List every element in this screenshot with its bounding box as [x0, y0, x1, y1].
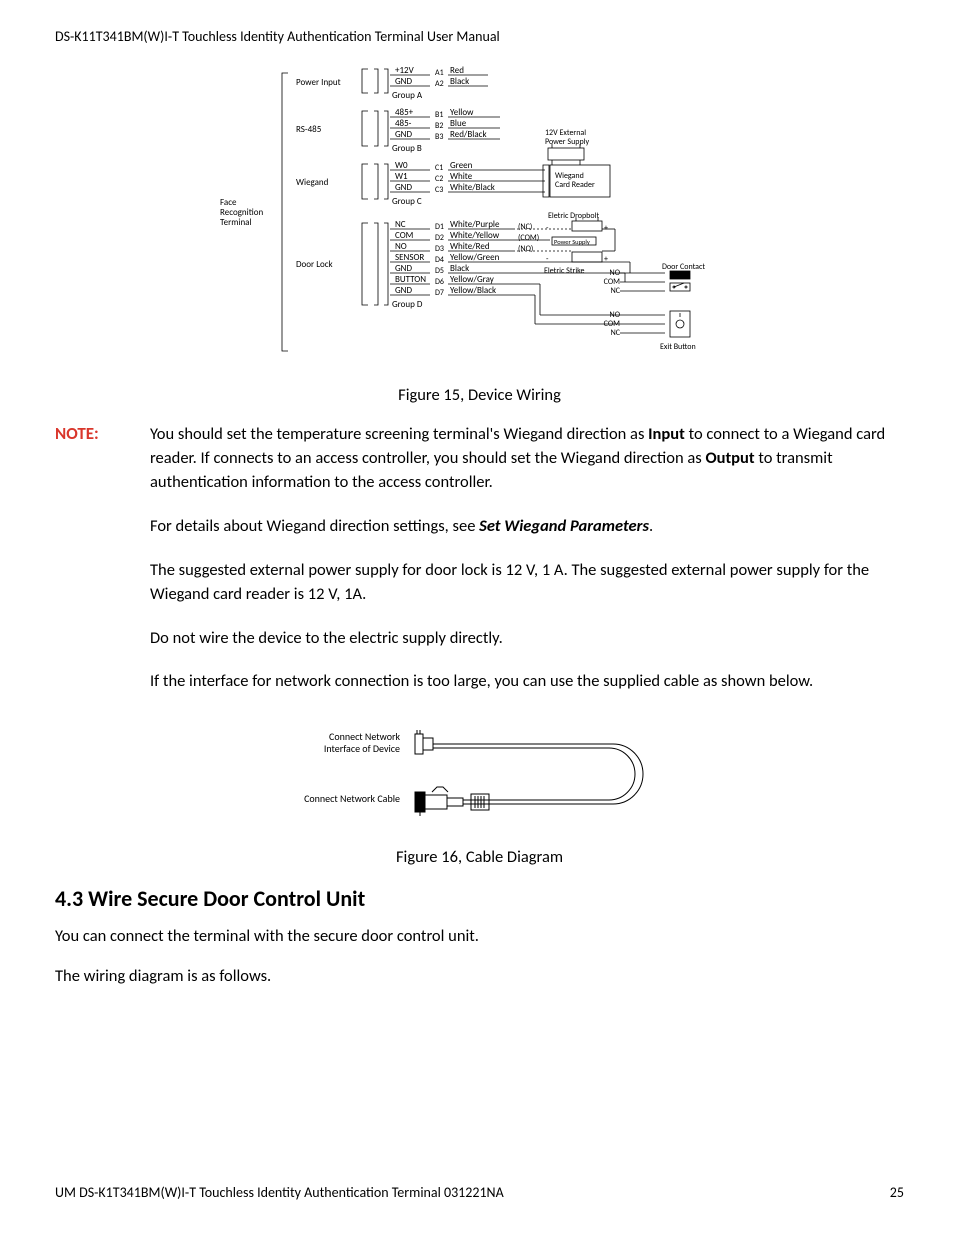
d-pin-0: D1 — [435, 222, 444, 232]
b-pin-0: B1 — [435, 110, 443, 120]
com-paren: (COM) — [518, 233, 539, 243]
eb-nc: NC — [610, 328, 620, 338]
page-footer: UM DS-K1T341BM(W)I-T Touchless Identity … — [55, 1184, 904, 1201]
strike-label: Eletric Strike — [544, 266, 585, 276]
note-body: You should set the temperature screening… — [150, 423, 904, 714]
dropbolt-label: Eletric Dropbolt — [548, 211, 599, 221]
terminal-label-3: Terminal — [220, 217, 252, 228]
c-sig-1: W1 — [395, 171, 408, 182]
c-sig-2: GND — [395, 182, 412, 193]
group-d-name: Door Lock — [296, 259, 333, 270]
figure-15-diagram: Face Recognition Terminal Power Input +1… — [55, 55, 904, 373]
d-sig-1: COM — [395, 230, 413, 241]
group-b-label: Group B — [392, 143, 422, 154]
note-p1: You should set the temperature screening… — [150, 423, 904, 495]
b-sig-0: 485+ — [395, 107, 414, 118]
body-p2: The wiring diagram is as follows. — [55, 966, 904, 986]
group-a-name: Power Input — [296, 77, 341, 88]
svg-text:+: + — [604, 223, 608, 233]
d-pin-5: D6 — [435, 277, 444, 287]
d-sig-2: NO — [395, 241, 407, 252]
note-block: NOTE: You should set the temperature scr… — [55, 423, 904, 714]
note-p3: The suggested external power supply for … — [150, 559, 904, 607]
d-sig-5: BUTTON — [395, 274, 426, 285]
b-sig-1: 485- — [395, 118, 412, 129]
d-sig-3: SENSOR — [395, 252, 424, 263]
figure-16-caption: Figure 16, Cable Diagram — [55, 847, 904, 867]
c-pin-0: C1 — [435, 163, 443, 173]
group-c: Wiegand W0 C1 Green W1 C2 White GND C3 — [296, 160, 610, 207]
wiring-svg: Face Recognition Terminal Power Input +1… — [200, 55, 760, 373]
b-pin-1: B2 — [435, 121, 443, 131]
c-pin-1: C2 — [435, 174, 443, 184]
b-pin-2: B3 — [435, 132, 443, 142]
d-col-4: Black — [450, 263, 469, 274]
footer-page-number: 25 — [890, 1184, 904, 1201]
figure-16-diagram: Connect Network Interface of Device Conn… — [55, 720, 904, 835]
svg-text:+: + — [604, 254, 608, 264]
a-sig-1: GND — [395, 76, 412, 87]
d-col-3: Yellow/Green — [450, 252, 500, 263]
a-col-0: Red — [450, 65, 464, 76]
exit-label: Exit Button — [660, 342, 696, 352]
d-pin-3: D4 — [435, 255, 444, 265]
a-pin-1: A2 — [435, 79, 444, 89]
c-col-2: White/Black — [450, 182, 495, 193]
b-col-2: Red/Black — [450, 129, 487, 140]
page: DS-K11T341BM(W)I-T Touchless Identity Au… — [0, 0, 954, 1235]
b-col-1: Blue — [450, 118, 467, 129]
door-contact-label: Door Contact — [662, 262, 705, 272]
note-label: NOTE: — [55, 423, 150, 714]
note-p5: If the interface for network connection … — [150, 670, 904, 694]
b-col-0: Yellow — [450, 107, 474, 118]
note-p4: Do not wire the device to the electric s… — [150, 627, 904, 651]
d-col-0: White/Purple — [450, 219, 500, 230]
group-d: Door Lock NC D1 White/Purple COM D2 Whit… — [296, 219, 513, 310]
cable-l2: Interface of Device — [323, 742, 399, 755]
c-col-1: White — [450, 171, 473, 182]
wiegand-reader-2: Card Reader — [555, 180, 595, 190]
group-d-label: Group D — [392, 299, 423, 310]
a-sig-0: +12V — [395, 65, 415, 76]
group-c-name: Wiegand — [296, 177, 329, 188]
figure-15-caption: Figure 15, Device Wiring — [55, 385, 904, 405]
d-sig-6: GND — [395, 285, 412, 296]
a-col-1: Black — [450, 76, 469, 87]
d-pin-1: D2 — [435, 233, 444, 243]
cable-svg: Connect Network Interface of Device Conn… — [280, 720, 680, 835]
body-p1: You can connect the terminal with the se… — [55, 926, 904, 946]
d-pin-4: D5 — [435, 266, 444, 276]
group-a: Power Input +12V A1 Red GND A2 Black Gro… — [296, 65, 488, 101]
d-pin-2: D3 — [435, 244, 444, 254]
header-title: DS-K11T341BM(W)I-T Touchless Identity Au… — [55, 28, 904, 45]
c-col-0: Green — [450, 160, 473, 171]
group-c-label: Group C — [392, 196, 422, 207]
dc-nc: NC — [610, 286, 620, 296]
a-pin-0: A1 — [435, 68, 444, 78]
no-paren: (NO) — [518, 244, 533, 254]
d-col-1: White/Yellow — [450, 230, 500, 241]
b-sig-2: GND — [395, 129, 412, 140]
d-sig-0: NC — [395, 219, 406, 230]
group-a-label: Group A — [392, 90, 423, 101]
footer-left: UM DS-K1T341BM(W)I-T Touchless Identity … — [55, 1184, 504, 1201]
group-b: RS-485 485+ B1 Yellow 485- B2 Blue GND B… — [296, 107, 500, 154]
d-col-2: White/Red — [450, 241, 490, 252]
d-sig-4: GND — [395, 263, 412, 274]
c-pin-2: C3 — [435, 185, 443, 195]
c-sig-0: W0 — [395, 160, 408, 171]
svg-text:-: - — [546, 254, 549, 264]
note-p2: For details about Wiegand direction sett… — [150, 515, 904, 539]
section-4-3-heading: 4.3 Wire Secure Door Control Unit — [55, 885, 904, 912]
d-col-5: Yellow/Gray — [450, 274, 495, 285]
nc-paren: (NC) — [518, 222, 532, 232]
group-b-name: RS-485 — [296, 124, 322, 135]
cable-l3: Connect Network Cable — [304, 792, 400, 805]
d-col-6: Yellow/Black — [450, 285, 496, 296]
ps-small: Power Supply — [554, 238, 590, 246]
d-pin-6: D7 — [435, 288, 444, 298]
svg-text:-: - — [546, 223, 549, 233]
